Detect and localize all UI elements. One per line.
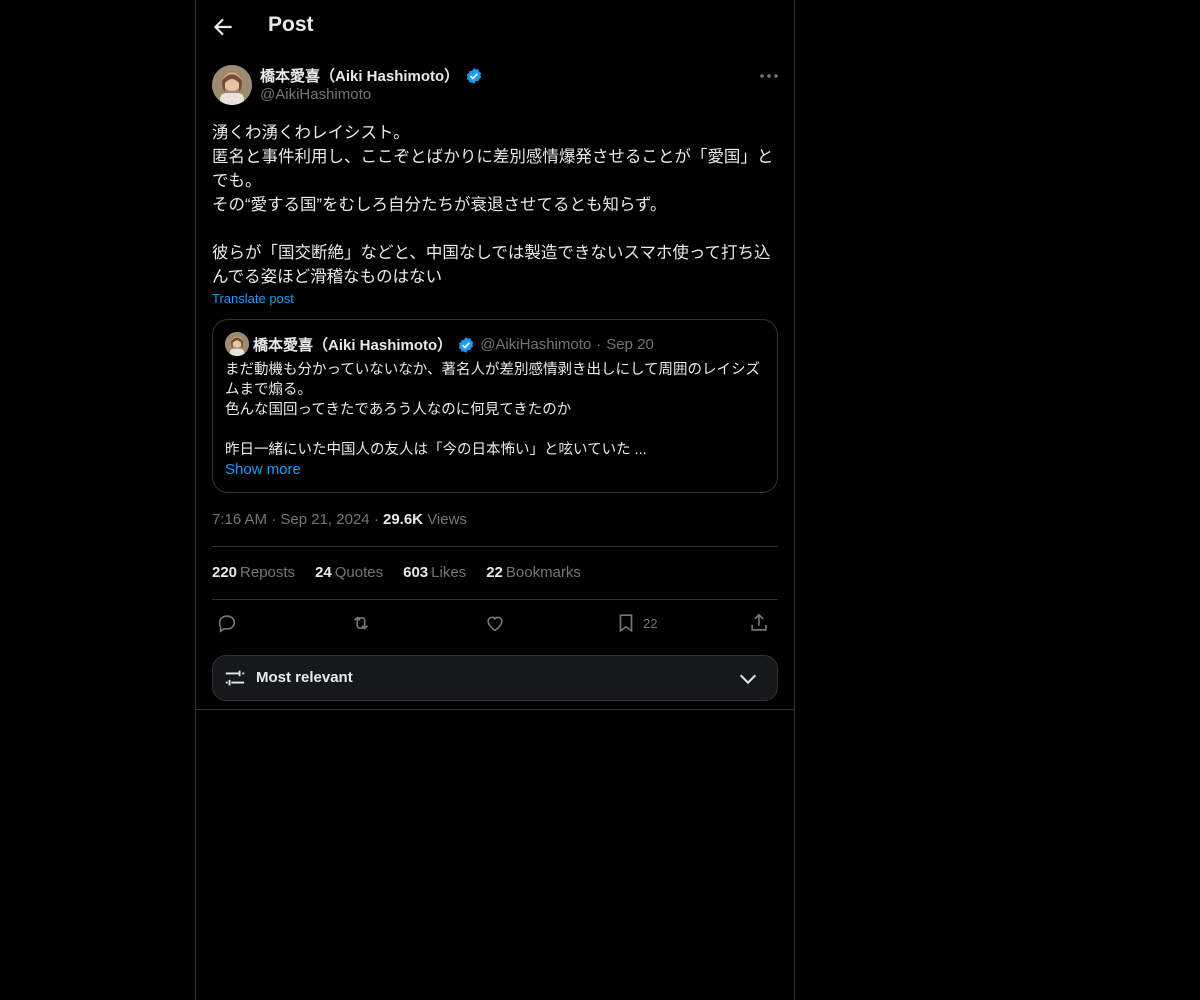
quoted-text: まだ動機も分かっていないなか、著名人が差別感情剥き出しにして周囲のレイシズムまで… (225, 362, 761, 458)
sliders-icon (225, 670, 245, 686)
post-date[interactable]: Sep 21, 2024 (280, 511, 369, 528)
bookmark-icon (619, 614, 633, 633)
engagement-stats: 220 Reposts 24 Quotes 603 Likes 22 Bookmarks (212, 564, 581, 581)
repost-button[interactable] (350, 611, 372, 635)
meta-separator: · (373, 511, 383, 528)
primary-column: Post 橋本愛喜（Aiki Hashimoto） @AikiHashimoto… (195, 0, 795, 1000)
quoted-handle: @AikiHashimoto (480, 336, 592, 353)
likes-stat[interactable]: 603 Likes (403, 564, 466, 581)
post-detail: 橋本愛喜（Aiki Hashimoto） @AikiHashimoto 湧くわ湧… (196, 53, 794, 710)
author-handle[interactable]: @AikiHashimoto (260, 86, 371, 103)
bookmarks-stat[interactable]: 22 Bookmarks (486, 564, 581, 581)
reposts-stat[interactable]: 220 Reposts (212, 564, 295, 581)
bookmark-button[interactable]: 22 (615, 611, 657, 635)
author-row: 橋本愛喜（Aiki Hashimoto） (260, 65, 483, 86)
reply-icon (218, 615, 236, 633)
page-title: Post (268, 13, 314, 36)
author-name[interactable]: 橋本愛喜（Aiki Hashimoto） (260, 65, 459, 86)
sort-replies-dropdown[interactable]: Most relevant (212, 655, 778, 701)
heart-icon (487, 616, 503, 632)
more-horizontal-icon[interactable] (758, 69, 780, 83)
quoted-date: Sep 20 (606, 336, 654, 353)
translate-post-link[interactable]: Translate post (212, 291, 294, 306)
post-text: 湧くわ湧くわレイシスト。 匿名と事件利用し、ここぞとばかりに差別感情爆発させるこ… (212, 124, 774, 286)
quotes-stat[interactable]: 24 Quotes (315, 564, 383, 581)
reply-button[interactable] (216, 611, 238, 635)
chevron-down-icon (739, 674, 757, 685)
quoted-post[interactable]: 橋本愛喜（Aiki Hashimoto） @AikiHashimoto · Se… (212, 319, 778, 493)
views-count: 29.6K (382, 511, 424, 528)
meta-separator: · (271, 511, 281, 528)
bookmark-count: 22 (643, 615, 658, 631)
show-more-link[interactable]: Show more (225, 461, 301, 478)
sort-label: Most relevant (256, 669, 353, 686)
avatar[interactable] (212, 65, 252, 105)
divider (212, 599, 778, 600)
share-icon (751, 613, 767, 631)
views-label: Views (427, 511, 467, 528)
like-button[interactable] (484, 611, 506, 635)
quoted-avatar (225, 332, 249, 356)
repost-icon (353, 616, 369, 630)
verified-badge-icon (467, 67, 482, 84)
action-bar: 22 (212, 611, 778, 637)
post-time[interactable]: 7:16 AM (212, 511, 267, 528)
arrow-left-icon[interactable] (210, 14, 236, 40)
quoted-header: 橋本愛喜（Aiki Hashimoto） @AikiHashimoto · Se… (253, 334, 654, 355)
quoted-author-name: 橋本愛喜（Aiki Hashimoto） (253, 337, 453, 354)
share-button[interactable] (748, 611, 770, 635)
verified-badge-icon (459, 336, 474, 353)
post-meta: 7:16 AM · Sep 21, 2024 · 29.6K Views (212, 511, 467, 528)
page-header: Post (196, 0, 794, 53)
quoted-separator: · (596, 336, 602, 353)
divider (212, 546, 778, 547)
